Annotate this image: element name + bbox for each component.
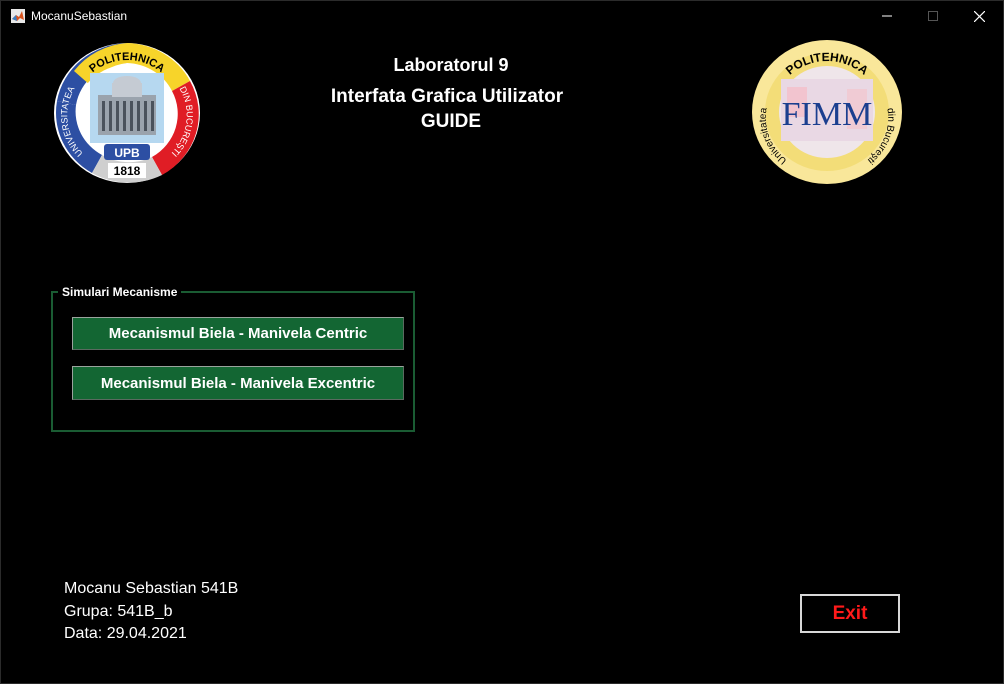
biela-manivela-centric-button[interactable]: Mecanismul Biela - Manivela Centric [72,317,404,350]
student-group: Grupa: 541B_b [64,603,173,620]
minimize-button[interactable] [864,1,910,31]
matlab-icon [11,9,25,23]
close-icon [973,10,985,22]
close-button[interactable] [956,1,1002,31]
student-name: Mocanu Sebastian 541B [64,580,239,597]
app-window: MocanuSebastian UPB 1818 POLITEHNICA UNI… [0,0,1004,684]
maximize-button[interactable] [910,1,956,31]
lab-subtitle: Interfata Grafica Utilizator [330,86,564,107]
biela-manivela-excentric-button[interactable]: Mecanismul Biela - Manivela Excentric [72,366,404,400]
exit-button[interactable]: Exit [800,594,900,633]
lab-title: Laboratorul 9 [393,55,509,75]
fimm-monogram: FIMM [782,96,873,133]
window-title: MocanuSebastian [31,9,128,23]
lab-guide-label: GUIDE [420,111,482,132]
maximize-icon [928,11,938,21]
title-bar: MocanuSebastian [1,1,1003,31]
minimize-icon [882,15,892,17]
lab-date: Data: 29.04.2021 [64,625,187,642]
upb-logo: UPB 1818 POLITEHNICA UNIVERSITATEA DIN B… [54,43,200,183]
simulari-panel-title: Simulari Mecanisme [58,285,182,299]
simulari-panel: Simulari Mecanisme Mecanismul Biela - Ma… [51,285,415,432]
fimm-logo: FIMM POLITEHNICA Universitatea din Bucur… [752,40,902,184]
upb-year: 1818 [114,164,141,178]
upb-monogram: UPB [114,146,140,160]
